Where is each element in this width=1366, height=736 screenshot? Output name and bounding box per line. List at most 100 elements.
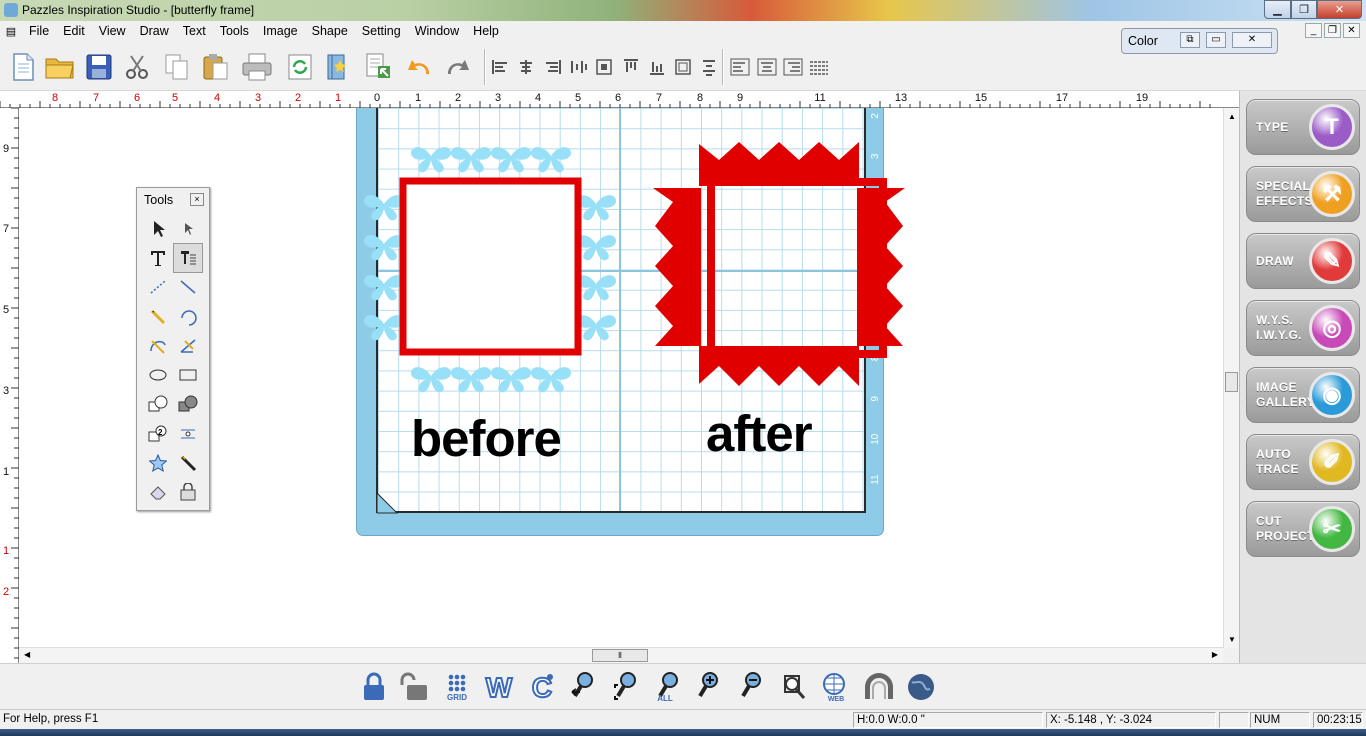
image-gallery-button[interactable]: IMAGE GALLERY ◉ [1246, 367, 1360, 423]
type-button[interactable]: TYPE T [1246, 99, 1360, 155]
ruler-label: 9 [3, 143, 9, 155]
svg-text:2: 2 [158, 428, 163, 437]
color-window[interactable]: Color ⧉ ▭ ✕ [1121, 28, 1278, 54]
justify-full-icon[interactable] [802, 50, 836, 84]
menu-edit[interactable]: Edit [56, 24, 92, 38]
color-window-restore-button[interactable]: ⧉ [1180, 32, 1200, 48]
menu-file[interactable]: File [22, 24, 56, 38]
import-icon[interactable] [321, 50, 355, 84]
color-window-maximize-button[interactable]: ▭ [1206, 32, 1226, 48]
menu-draw[interactable]: Draw [133, 24, 176, 38]
status-help-text: For Help, press F1 [3, 713, 99, 725]
save-icon[interactable] [82, 50, 116, 84]
lock-shape-icon[interactable] [173, 478, 203, 507]
close-button[interactable]: ✕ [1317, 0, 1362, 19]
menu-shape[interactable]: Shape [305, 24, 355, 38]
node-select-icon[interactable] [173, 214, 203, 243]
refresh-icon[interactable] [283, 50, 317, 84]
draw-button[interactable]: DRAW ✎ [1246, 233, 1360, 289]
doc-minimize-button[interactable]: _ [1305, 23, 1322, 38]
wireframe-icon[interactable]: W [483, 670, 515, 704]
lock-icon[interactable] [358, 670, 390, 704]
panel-button-label: W.Y.S. I.W.Y.G. [1256, 313, 1302, 342]
new-document-icon[interactable] [6, 50, 40, 84]
menu-setting[interactable]: Setting [355, 24, 408, 38]
union-shapes-icon[interactable] [143, 390, 173, 419]
vertical-scroll-thumb[interactable] [1225, 372, 1238, 392]
cutter-icon[interactable] [862, 670, 894, 704]
tools-panel-close-button[interactable]: × [190, 193, 204, 206]
menu-image[interactable]: Image [256, 24, 305, 38]
scroll-right-arrow-icon[interactable]: ▶ [1212, 650, 1218, 659]
copy-icon[interactable] [160, 50, 194, 84]
paste-icon[interactable] [199, 50, 233, 84]
export-icon[interactable] [362, 50, 396, 84]
before-butterfly-frame [363, 147, 617, 393]
auto-trace-button[interactable]: AUTO TRACE ✐ [1246, 434, 1360, 490]
dashed-line-icon[interactable] [143, 273, 173, 302]
doc-close-button[interactable]: ✕ [1343, 23, 1360, 38]
doc-restore-button[interactable]: ❐ [1324, 23, 1341, 38]
scroll-left-arrow-icon[interactable]: ◀ [24, 650, 30, 659]
menu-tools[interactable]: Tools [213, 24, 256, 38]
special-effects-button[interactable]: SPECIAL EFFECTS ⚒ [1246, 166, 1360, 222]
ruler-label: 1 [415, 92, 421, 104]
grid-icon[interactable]: GRID [441, 670, 473, 704]
vertical-scrollbar[interactable]: ▲ ▼ [1223, 108, 1239, 648]
undo-icon[interactable] [402, 50, 436, 84]
color-mode-icon[interactable]: C [526, 670, 558, 704]
text-icon[interactable] [143, 243, 173, 272]
polygon-icon[interactable]: 2 [143, 419, 173, 448]
zoom-page-icon[interactable] [778, 670, 810, 704]
combine-shapes-icon[interactable] [173, 390, 203, 419]
scroll-down-arrow-icon[interactable]: ▼ [1228, 635, 1236, 644]
print-icon[interactable] [240, 50, 274, 84]
zoom-selection-icon[interactable] [612, 670, 644, 704]
angle-icon[interactable] [173, 331, 203, 360]
text-on-path-icon[interactable] [173, 243, 203, 273]
zoom-out-icon[interactable] [737, 670, 769, 704]
unlock-icon[interactable] [398, 670, 430, 704]
cut-icon[interactable] [120, 50, 154, 84]
eraser-icon[interactable] [143, 478, 173, 507]
zoom-in-icon[interactable] [694, 670, 726, 704]
zoom-previous-icon[interactable] [569, 670, 601, 704]
maximize-button[interactable]: ❐ [1291, 0, 1317, 19]
scroll-up-arrow-icon[interactable]: ▲ [1228, 112, 1236, 121]
distribute-v-icon[interactable] [692, 50, 726, 84]
rectangle-icon[interactable] [173, 360, 203, 389]
horizontal-scrollbar[interactable]: ◀ ⦀ ▶ [19, 647, 1223, 663]
after-butterfly-frame [653, 142, 905, 386]
menu-view[interactable]: View [92, 24, 133, 38]
color-window-close-button[interactable]: ✕ [1232, 32, 1272, 48]
horizontal-scroll-thumb[interactable]: ⦀ [592, 649, 648, 662]
menu-text[interactable]: Text [176, 24, 213, 38]
ruler-label: 4 [535, 92, 541, 104]
menu-help[interactable]: Help [466, 24, 506, 38]
color-window-title: Color [1128, 34, 1158, 48]
zoom-all-icon[interactable]: ALL [654, 670, 686, 704]
cut-project-button[interactable]: CUT PROJECT ✂ [1246, 501, 1360, 557]
arc-icon[interactable] [173, 302, 203, 331]
select-arrow-icon[interactable] [143, 214, 173, 243]
ruler-label: 2 [3, 586, 9, 598]
path-edit-icon[interactable] [173, 419, 203, 448]
ellipse-icon[interactable] [143, 360, 173, 389]
curve-icon[interactable] [143, 331, 173, 360]
menu-window[interactable]: Window [408, 24, 466, 38]
globe-icon[interactable] [905, 670, 937, 704]
open-folder-icon[interactable] [43, 50, 77, 84]
redo-icon[interactable] [441, 50, 475, 84]
line-icon[interactable] [173, 273, 203, 302]
star-icon[interactable] [143, 448, 173, 477]
pencil-icon: ✎ [1309, 238, 1355, 284]
web-icon[interactable]: WEB [820, 670, 852, 704]
svg-text:ALL: ALL [657, 694, 673, 702]
w-y-s-i-w-y-g-button[interactable]: W.Y.S. I.W.Y.G. ◎ [1246, 300, 1360, 356]
knife-icon[interactable] [173, 448, 203, 477]
minimize-button[interactable]: ▁ [1264, 0, 1291, 19]
tools-panel[interactable]: Tools × 2 [136, 187, 210, 511]
document-menu-icon[interactable]: ▤ [0, 25, 22, 38]
panel-button-label: IMAGE GALLERY [1256, 380, 1315, 409]
pen-icon[interactable] [143, 302, 173, 331]
